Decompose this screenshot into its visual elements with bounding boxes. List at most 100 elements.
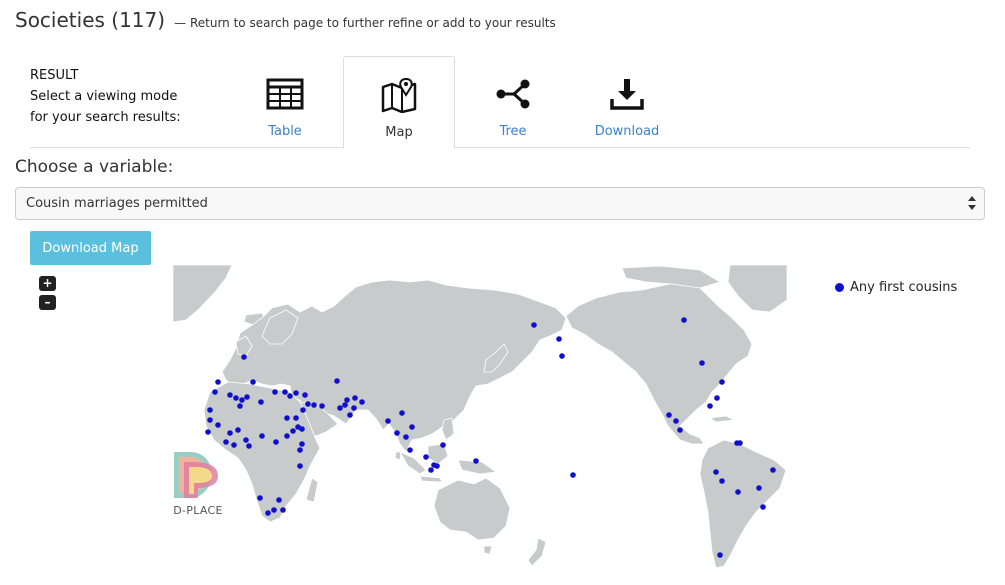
society-marker[interactable]	[273, 439, 279, 445]
society-marker[interactable]	[215, 379, 221, 385]
society-marker[interactable]	[677, 427, 683, 433]
society-marker[interactable]	[231, 442, 237, 448]
society-marker[interactable]	[290, 428, 296, 434]
tab-download[interactable]: Download	[571, 56, 683, 148]
legend-label: Any first cousins	[850, 280, 958, 295]
society-marker[interactable]	[299, 441, 305, 447]
society-marker[interactable]	[207, 417, 213, 423]
society-marker[interactable]	[673, 418, 679, 424]
society-marker[interactable]	[271, 507, 277, 513]
society-marker[interactable]	[337, 405, 343, 411]
society-marker[interactable]	[342, 402, 348, 408]
society-marker[interactable]	[227, 392, 233, 398]
society-marker[interactable]	[302, 392, 308, 398]
society-marker[interactable]	[399, 410, 405, 416]
society-marker[interactable]	[297, 463, 303, 469]
variable-select[interactable]: Cousin marriages permitted	[15, 187, 985, 220]
society-marker[interactable]	[207, 407, 213, 413]
society-marker[interactable]	[284, 433, 290, 439]
society-marker[interactable]	[531, 322, 537, 328]
tab-tree[interactable]: Tree	[457, 56, 569, 148]
society-marker[interactable]	[359, 399, 365, 405]
society-marker[interactable]	[352, 395, 358, 401]
society-marker[interactable]	[556, 336, 562, 342]
sumatra	[399, 451, 427, 475]
page-header: Societies (117) — Return to search page …	[15, 8, 556, 32]
society-marker[interactable]	[440, 442, 446, 448]
dplace-logo-mark	[174, 452, 218, 498]
society-marker[interactable]	[719, 379, 725, 385]
society-marker[interactable]	[735, 489, 741, 495]
society-marker[interactable]	[257, 495, 263, 501]
society-marker[interactable]	[265, 510, 271, 516]
download-map-button[interactable]: Download Map	[30, 231, 151, 265]
society-marker[interactable]	[737, 440, 743, 446]
result-panel: RESULT Select a viewing mode for your se…	[30, 56, 970, 149]
society-marker[interactable]	[239, 397, 245, 403]
society-marker[interactable]	[570, 472, 576, 478]
society-marker[interactable]	[205, 429, 211, 435]
society-marker[interactable]	[385, 418, 391, 424]
society-marker[interactable]	[243, 437, 249, 443]
society-marker[interactable]	[403, 434, 409, 440]
society-marker[interactable]	[347, 412, 353, 418]
society-marker[interactable]	[246, 443, 252, 449]
society-marker[interactable]	[713, 469, 719, 475]
society-marker[interactable]	[666, 412, 672, 418]
society-marker[interactable]	[259, 433, 265, 439]
zoom-out-button[interactable]: –	[39, 295, 56, 310]
society-marker[interactable]	[717, 552, 723, 558]
tab-table[interactable]: Table	[229, 56, 341, 148]
society-marker[interactable]	[423, 454, 429, 460]
society-marker[interactable]	[770, 467, 776, 473]
society-marker[interactable]	[559, 353, 565, 359]
society-marker[interactable]	[241, 354, 247, 360]
society-marker[interactable]	[293, 390, 299, 396]
society-marker[interactable]	[407, 447, 413, 453]
society-marker[interactable]	[300, 407, 306, 413]
land-masses	[173, 265, 787, 569]
tree-icon	[494, 74, 532, 114]
society-marker[interactable]	[299, 426, 305, 432]
society-marker[interactable]	[235, 427, 241, 433]
society-marker[interactable]	[311, 402, 317, 408]
society-marker[interactable]	[258, 399, 264, 405]
society-marker[interactable]	[287, 393, 293, 399]
society-marker[interactable]	[344, 397, 350, 403]
society-marker[interactable]	[473, 458, 479, 464]
society-marker[interactable]	[699, 360, 705, 366]
society-marker[interactable]	[756, 485, 762, 491]
society-marker[interactable]	[334, 378, 340, 384]
society-marker[interactable]	[305, 401, 311, 407]
society-marker[interactable]	[212, 389, 218, 395]
society-marker[interactable]	[280, 507, 286, 513]
society-marker[interactable]	[760, 504, 766, 510]
society-marker[interactable]	[428, 467, 434, 473]
society-marker[interactable]	[284, 415, 290, 421]
society-marker[interactable]	[434, 463, 440, 469]
society-marker[interactable]	[297, 447, 303, 453]
return-to-search-link[interactable]: — Return to search page to further refin…	[174, 16, 556, 30]
society-marker[interactable]	[227, 430, 233, 436]
tab-map[interactable]: Map	[343, 56, 455, 149]
society-marker[interactable]	[233, 395, 239, 401]
society-marker[interactable]	[223, 439, 229, 445]
society-marker[interactable]	[707, 403, 713, 409]
society-marker[interactable]	[409, 424, 415, 430]
society-marker[interactable]	[714, 395, 720, 401]
society-marker[interactable]	[250, 379, 256, 385]
society-marker[interactable]	[276, 497, 282, 503]
society-marker[interactable]	[272, 389, 278, 395]
society-marker[interactable]	[351, 405, 357, 411]
society-marker[interactable]	[215, 422, 221, 428]
society-marker[interactable]	[237, 403, 243, 409]
society-marker[interactable]	[681, 317, 687, 323]
society-marker[interactable]	[394, 430, 400, 436]
world-map[interactable]	[173, 265, 787, 585]
zoom-in-button[interactable]: +	[39, 276, 56, 291]
society-marker[interactable]	[293, 415, 299, 421]
society-marker[interactable]	[282, 389, 288, 395]
society-marker[interactable]	[319, 403, 325, 409]
society-marker[interactable]	[719, 478, 725, 484]
society-marker[interactable]	[244, 394, 250, 400]
